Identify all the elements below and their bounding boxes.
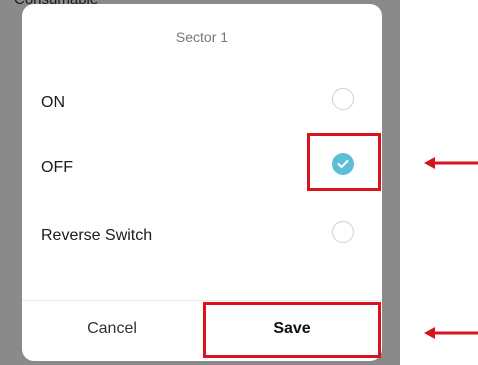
option-label: Reverse Switch — [41, 227, 153, 244]
option-on[interactable]: ON — [22, 79, 382, 127]
highlight-box-save — [203, 302, 381, 358]
option-reverse-switch[interactable]: Reverse Switch — [22, 212, 382, 260]
option-label: ON — [41, 94, 65, 111]
cancel-button[interactable]: Cancel — [22, 301, 202, 357]
radio-button-unchecked[interactable] — [332, 221, 354, 243]
dialog-title: Sector 1 — [175, 29, 229, 45]
arrow-left-icon — [424, 157, 478, 169]
highlight-box-selected-option — [307, 133, 381, 191]
option-label: OFF — [41, 159, 73, 176]
radio-button-unchecked[interactable] — [332, 88, 354, 110]
arrow-left-icon — [424, 327, 478, 339]
